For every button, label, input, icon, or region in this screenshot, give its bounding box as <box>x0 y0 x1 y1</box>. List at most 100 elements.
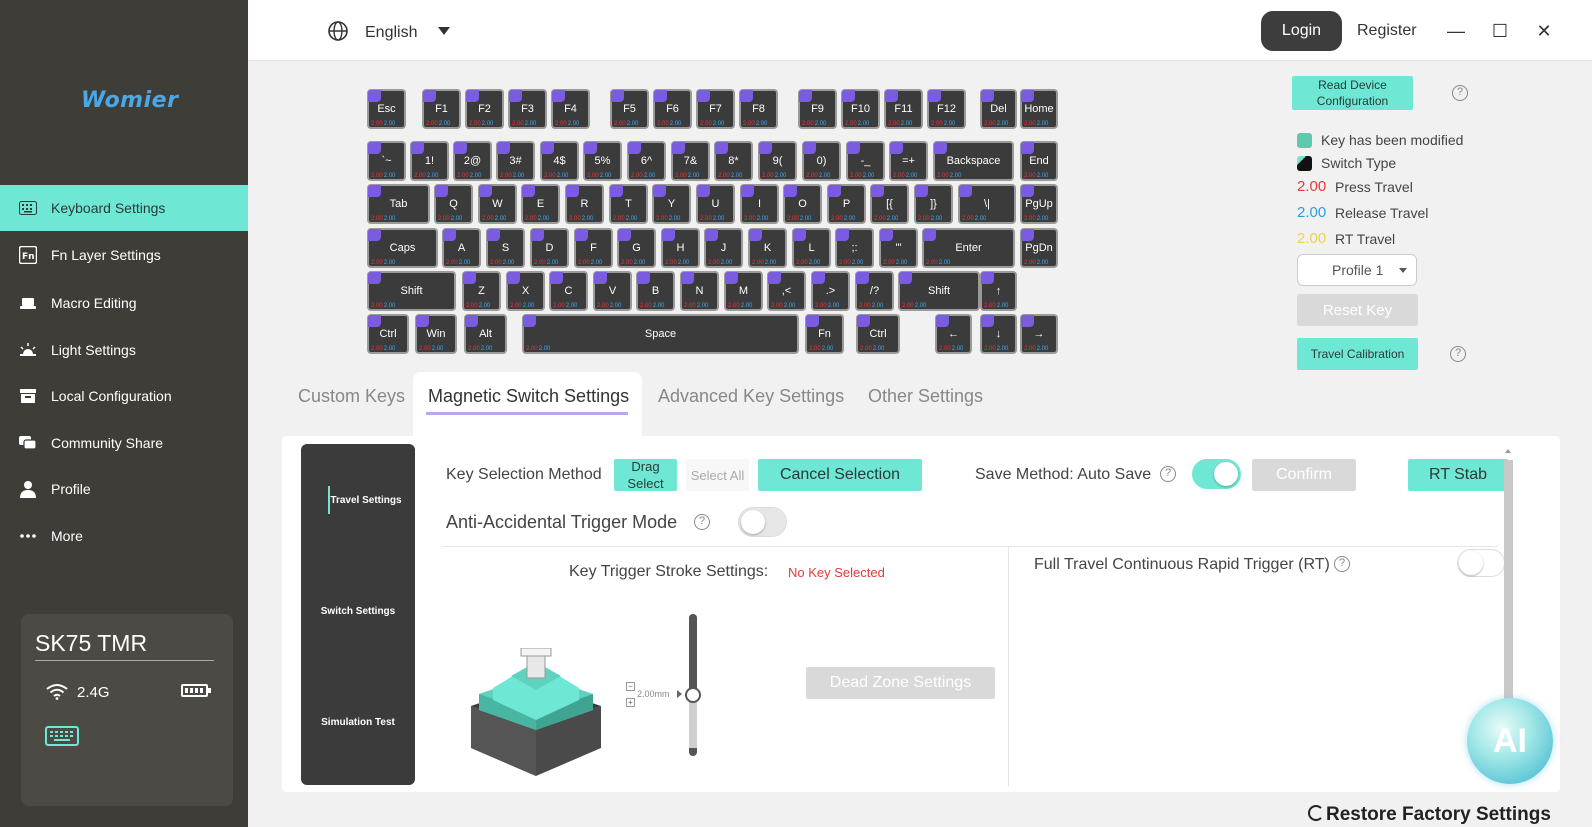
key-end[interactable]: End 2.002.00 <box>1020 141 1058 181</box>
key-9[interactable]: 9(2.002.00 <box>758 141 797 181</box>
travel-slider-handle[interactable] <box>685 687 701 703</box>
key-m[interactable]: M 2.002.00 <box>724 271 763 311</box>
key-enter[interactable]: Enter 2.002.00 <box>922 228 1015 268</box>
key-c[interactable]: C 2.002.00 <box>549 271 588 311</box>
key-f12[interactable]: F12 2.002.00 <box>927 89 966 129</box>
tab-magnetic-switch-settings[interactable]: Magnetic Switch Settings <box>428 386 629 407</box>
minimize-icon[interactable]: — <box>1441 16 1471 46</box>
sidebar-item-profile[interactable]: Profile <box>0 466 248 512</box>
key-fn[interactable]: Fn 2.002.00 <box>805 314 844 354</box>
key-symbol[interactable]: \| 2.002.00 <box>958 184 1016 224</box>
travel-calibration-button[interactable]: Travel Calibration <box>1297 338 1418 370</box>
key-a[interactable]: A 2.002.00 <box>442 228 481 268</box>
sidebar-item-local-configuration[interactable]: Local Configuration <box>0 373 248 419</box>
key-tab[interactable]: Tab 2.002.00 <box>367 184 430 224</box>
key-8[interactable]: 8* 2.002.00 <box>714 141 753 181</box>
key-w[interactable]: W 2.002.00 <box>478 184 517 224</box>
key-t[interactable]: T 2.002.00 <box>609 184 648 224</box>
key-h[interactable]: H 2.002.00 <box>661 228 700 268</box>
key-del[interactable]: Del 2.002.00 <box>980 89 1017 129</box>
key-6[interactable]: 6^ 2.002.00 <box>627 141 666 181</box>
key-5[interactable]: 5% 2.002.00 <box>583 141 622 181</box>
key-2[interactable]: 2@ 2.002.00 <box>453 141 492 181</box>
sidebar-item-more[interactable]: More <box>0 513 248 559</box>
sidebar-item-light-settings[interactable]: Light Settings <box>0 327 248 373</box>
tab-other-settings[interactable]: Other Settings <box>868 386 983 407</box>
help-icon[interactable]: ? <box>1160 466 1176 482</box>
scroll-up-icon[interactable] <box>1505 449 1511 453</box>
close-icon[interactable]: ✕ <box>1529 16 1559 46</box>
key-symbol[interactable]: → 2.002.00 <box>1020 314 1058 354</box>
sidebar-item-keyboard-settings[interactable]: Keyboard Settings <box>0 185 248 231</box>
subnav-travel-settings[interactable]: Travel Settings <box>309 495 423 506</box>
key-e[interactable]: E 2.002.00 <box>521 184 560 224</box>
key-z[interactable]: Z 2.002.00 <box>462 271 501 311</box>
key-f9[interactable]: F9 2.002.00 <box>798 89 837 129</box>
key-g[interactable]: G 2.002.00 <box>617 228 656 268</box>
help-icon[interactable]: ? <box>1334 556 1350 572</box>
key-caps[interactable]: Caps 2.002.00 <box>367 228 438 268</box>
key-b[interactable]: B 2.002.00 <box>636 271 675 311</box>
key-f10[interactable]: F10 2.002.00 <box>841 89 880 129</box>
key-f11[interactable]: F11 2.002.00 <box>884 89 923 129</box>
key-7[interactable]: 7& 2.002.00 <box>671 141 710 181</box>
key-win[interactable]: Win 2.002.00 <box>415 314 457 354</box>
key-pgup[interactable]: PgUp 2.002.00 <box>1020 184 1058 224</box>
subnav-simulation-test[interactable]: Simulation Test <box>301 717 415 728</box>
key-n[interactable]: N 2.002.00 <box>680 271 719 311</box>
key-symbol[interactable]: =+ 2.002.00 <box>889 141 928 181</box>
key-ctrl[interactable]: Ctrl 2.002.00 <box>856 314 900 354</box>
key-l[interactable]: L 2.002.00 <box>792 228 831 268</box>
key-d[interactable]: D 2.002.00 <box>530 228 569 268</box>
reset-key-button[interactable]: Reset Key <box>1297 294 1418 326</box>
key-s[interactable]: S 2.002.00 <box>486 228 525 268</box>
key-f5[interactable]: F5 2.002.00 <box>610 89 649 129</box>
confirm-button[interactable]: Confirm <box>1252 459 1356 491</box>
profile-select[interactable]: Profile 1 <box>1297 254 1417 286</box>
sidebar-item-macro-editing[interactable]: Macro Editing <box>0 280 248 326</box>
sidebar-item-fn-layer[interactable]: Fn Fn Layer Settings <box>0 232 248 278</box>
key-k[interactable]: K 2.002.00 <box>748 228 787 268</box>
globe-icon[interactable] <box>327 20 349 42</box>
key-f[interactable]: F 2.002.00 <box>574 228 613 268</box>
key-4[interactable]: 4$ 2.002.00 <box>540 141 579 181</box>
tab-advanced-key-settings[interactable]: Advanced Key Settings <box>658 386 844 407</box>
key-home[interactable]: Home 2.002.00 <box>1020 89 1058 129</box>
key-shift[interactable]: Shift 2.002.00 <box>367 271 456 311</box>
language-select[interactable]: English <box>365 24 417 42</box>
dead-zone-settings-button[interactable]: Dead Zone Settings <box>806 667 995 699</box>
key-symbol[interactable]: `~ 2.002.00 <box>367 141 406 181</box>
tab-custom-keys[interactable]: Custom Keys <box>298 386 405 407</box>
key-y[interactable]: Y 2.002.00 <box>652 184 691 224</box>
restore-factory-settings-button[interactable]: Restore Factory Settings <box>1308 804 1551 826</box>
key-0[interactable]: 0) 2.002.00 <box>802 141 841 181</box>
key-symbol[interactable]: ← 2.002.00 <box>935 314 972 354</box>
key-1[interactable]: 1! 2.002.00 <box>410 141 449 181</box>
key-i[interactable]: I 2.002.00 <box>740 184 779 224</box>
anti-accidental-toggle[interactable] <box>738 507 787 537</box>
read-device-config-button[interactable]: Read Device Configuration <box>1292 76 1413 110</box>
plus-icon[interactable]: + <box>626 698 635 707</box>
key-j[interactable]: J 2.002.00 <box>704 228 743 268</box>
key-symbol[interactable]: .> 2.002.00 <box>811 271 850 311</box>
key-f6[interactable]: F6 2.002.00 <box>653 89 692 129</box>
key-f1[interactable]: F1 2.002.00 <box>422 89 461 129</box>
key-symbol[interactable]: -_ 2.002.00 <box>846 141 885 181</box>
login-button[interactable]: Login <box>1261 11 1342 51</box>
register-link[interactable]: Register <box>1357 22 1417 40</box>
key-space[interactable]: Space 2.002.00 <box>522 314 799 354</box>
key-o[interactable]: O 2.002.00 <box>783 184 822 224</box>
key-symbol[interactable]: ,< 2.002.00 <box>767 271 806 311</box>
key-shift[interactable]: Shift 2.002.00 <box>898 271 980 311</box>
subnav-switch-settings[interactable]: Switch Settings <box>301 606 415 617</box>
key-u[interactable]: U 2.002.00 <box>696 184 735 224</box>
key-symbol[interactable]: [{2.002.00 <box>870 184 909 224</box>
key-symbol[interactable]: ;: 2.002.00 <box>835 228 874 268</box>
maximize-icon[interactable]: ☐ <box>1485 16 1515 46</box>
key-symbol[interactable]: ↑ 2.002.00 <box>980 271 1017 311</box>
help-icon[interactable]: ? <box>1452 85 1468 101</box>
key-v[interactable]: V 2.002.00 <box>593 271 632 311</box>
key-symbol[interactable]: '" 2.002.00 <box>879 228 918 268</box>
key-q[interactable]: Q 2.002.00 <box>434 184 473 224</box>
travel-slider-track[interactable] <box>685 614 701 756</box>
